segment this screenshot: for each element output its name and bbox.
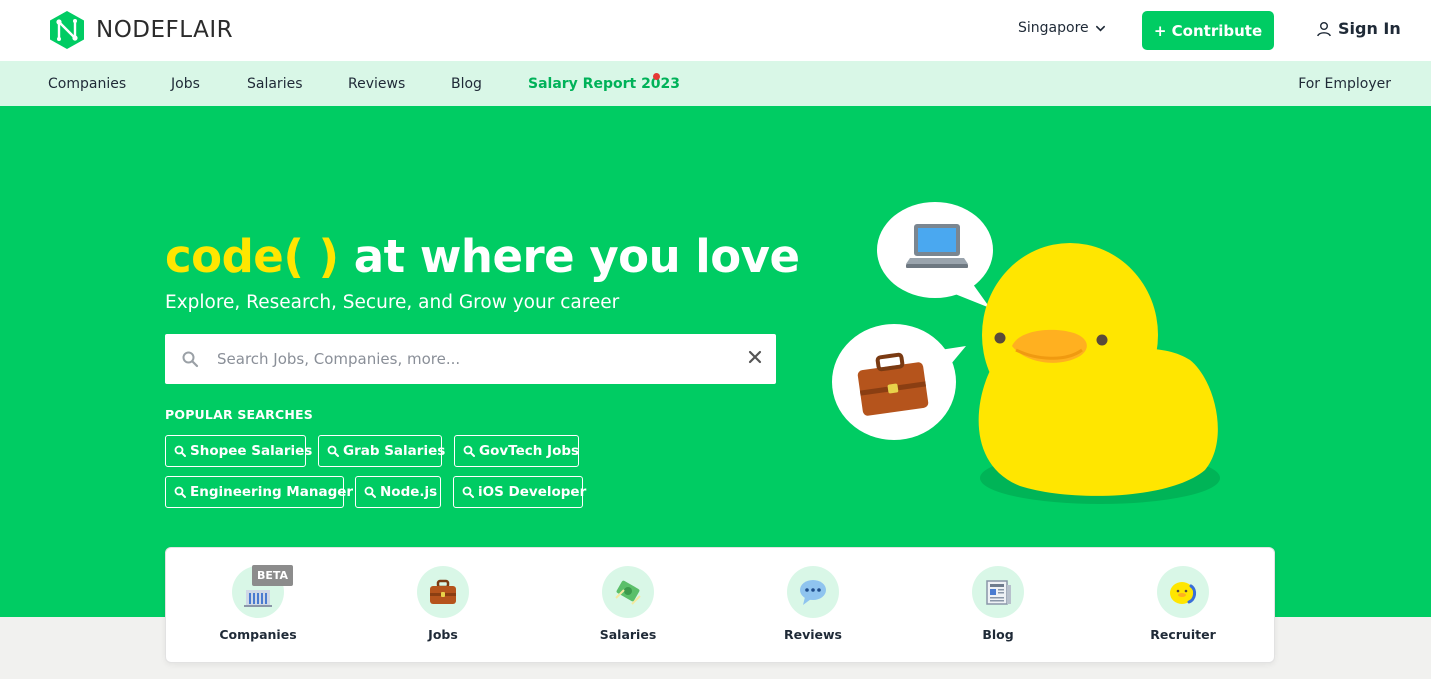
new-indicator-dot: [653, 73, 660, 80]
chip-label: Shopee Salaries: [190, 443, 313, 459]
hero-headline: code( ) at where you love: [165, 230, 800, 283]
newspaper-icon: [986, 580, 1011, 605]
search-input[interactable]: [217, 334, 737, 384]
nav-blog[interactable]: Blog: [451, 76, 482, 92]
country-label: Singapore: [1018, 20, 1089, 36]
user-icon: [1317, 21, 1331, 36]
logo[interactable]: NODEFLAIR: [48, 10, 233, 50]
nav-companies[interactable]: Companies: [48, 76, 126, 92]
search-icon: [327, 445, 339, 457]
category-icon-circle: [1157, 566, 1209, 618]
search-icon: [463, 445, 475, 457]
duck-illustration: [832, 202, 1220, 504]
category-icon-circle: [602, 566, 654, 618]
headline-code: code( ): [165, 230, 339, 283]
nav-jobs[interactable]: Jobs: [171, 76, 200, 92]
popular-search-chip[interactable]: iOS Developer: [453, 476, 587, 508]
country-selector[interactable]: Singapore: [1018, 20, 1106, 36]
category-reviews[interactable]: Reviews: [753, 566, 873, 642]
popular-searches-title: POPULAR SEARCHES: [165, 407, 313, 422]
nav-for-employer[interactable]: For Employer: [1298, 76, 1391, 92]
contribute-button[interactable]: + Contribute: [1142, 11, 1274, 50]
chip-label: Grab Salaries: [343, 443, 446, 459]
category-icon-circle: [972, 566, 1024, 618]
category-icon-circle: [417, 566, 469, 618]
category-label: Jobs: [428, 627, 458, 642]
category-label: Companies: [219, 627, 297, 642]
category-label: Recruiter: [1150, 627, 1216, 642]
search-icon: [182, 351, 199, 368]
category-cards: Companies BETA Jobs Salaries Reviews Blo…: [165, 547, 1275, 663]
logo-text: NODEFLAIR: [96, 17, 234, 43]
nav-reviews[interactable]: Reviews: [348, 76, 405, 92]
duck-phone-icon: [1170, 582, 1197, 604]
search-box: [165, 334, 776, 384]
search-icon: [462, 486, 474, 498]
close-icon[interactable]: [748, 350, 762, 364]
category-label: Salaries: [599, 627, 657, 642]
hero-section: code( ) at where you love Explore, Resea…: [0, 106, 1431, 617]
nodeflair-logo-icon: [50, 11, 84, 49]
popular-search-chip[interactable]: Engineering Manager: [165, 476, 353, 508]
category-jobs[interactable]: Jobs: [383, 566, 503, 642]
search-icon: [364, 486, 376, 498]
chevron-down-icon: [1095, 25, 1105, 32]
hero-subline: Explore, Research, Secure, and Grow your…: [165, 292, 620, 313]
thought-bubble-briefcase-icon: [832, 324, 966, 440]
briefcase-icon: [430, 579, 456, 604]
search-icon: [174, 486, 186, 498]
category-recruiter[interactable]: Recruiter: [1123, 566, 1243, 642]
search-icon: [174, 445, 186, 457]
top-header: NODEFLAIR Singapore + Contribute Sign In: [0, 0, 1431, 61]
category-label: Reviews: [783, 627, 842, 642]
speech-bubble-icon: [800, 580, 826, 605]
category-icon-circle: [787, 566, 839, 618]
chip-label: Engineering Manager: [190, 484, 354, 500]
popular-search-chip[interactable]: Grab Salaries: [318, 435, 446, 467]
sign-in-label: Sign In: [1338, 19, 1401, 38]
popular-search-chip[interactable]: GovTech Jobs: [454, 435, 579, 467]
nav-salaries[interactable]: Salaries: [247, 76, 303, 92]
headline-rest: at where you love: [353, 230, 800, 283]
category-salaries[interactable]: Salaries: [568, 566, 688, 642]
sign-in-link[interactable]: Sign In: [1316, 19, 1401, 38]
chip-label: Node.js: [380, 484, 438, 500]
category-blog[interactable]: Blog: [938, 566, 1058, 642]
chip-label: iOS Developer: [478, 484, 587, 500]
money-icon: [615, 580, 641, 605]
popular-search-chip[interactable]: Node.js: [355, 476, 441, 508]
popular-search-chip[interactable]: Shopee Salaries: [165, 435, 312, 467]
chip-label: GovTech Jobs: [479, 443, 580, 459]
beta-badge: BETA: [252, 565, 294, 586]
main-nav: Companies Jobs Salaries Reviews Blog Sal…: [0, 61, 1431, 106]
thought-bubble-laptop-icon: [877, 202, 993, 308]
category-label: Blog: [982, 627, 1014, 642]
